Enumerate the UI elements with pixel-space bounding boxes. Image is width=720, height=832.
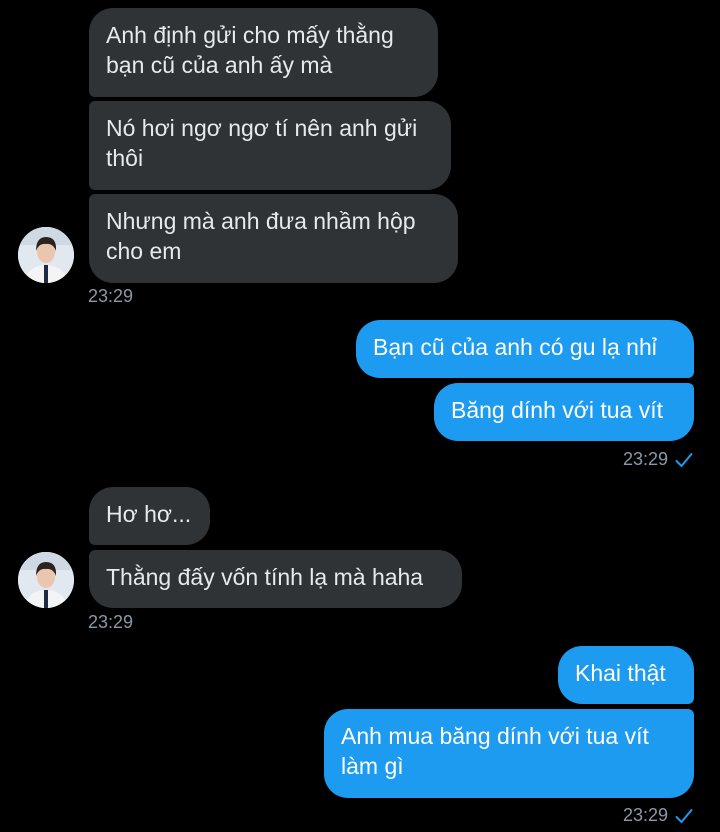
checkmark-icon	[675, 453, 693, 467]
message-bubble-outgoing[interactable]: Băng dính với tua vít	[434, 383, 694, 441]
avatar-icon[interactable]	[18, 552, 74, 608]
message-bubble-incoming[interactable]: Nhưng mà anh đưa nhầm hộp cho em	[89, 194, 458, 283]
message-bubble-incoming[interactable]: Nó hơi ngơ ngơ tí nên anh gửi thôi	[89, 101, 451, 190]
message-timestamp: 23:29	[622, 449, 668, 469]
message-bubble-incoming[interactable]: Anh định gửi cho mấy thằng bạn cũ của an…	[89, 8, 438, 97]
checkmark-icon	[675, 809, 693, 823]
message-bubble-incoming[interactable]: Hơ hơ...	[89, 487, 210, 545]
message-timestamp: 23:29	[88, 286, 134, 306]
message-bubble-outgoing[interactable]: Khai thật	[558, 646, 694, 704]
message-bubble-outgoing[interactable]: Anh mua băng dính với tua vít làm gì	[324, 709, 694, 798]
message-bubble-incoming[interactable]: Thằng đấy vốn tính lạ mà haha	[89, 550, 462, 608]
avatar-icon[interactable]	[18, 227, 74, 283]
message-bubble-outgoing[interactable]: Bạn cũ của anh có gu lạ nhỉ	[356, 320, 694, 378]
message-timestamp: 23:29	[88, 612, 134, 632]
message-timestamp: 23:29	[622, 805, 668, 825]
